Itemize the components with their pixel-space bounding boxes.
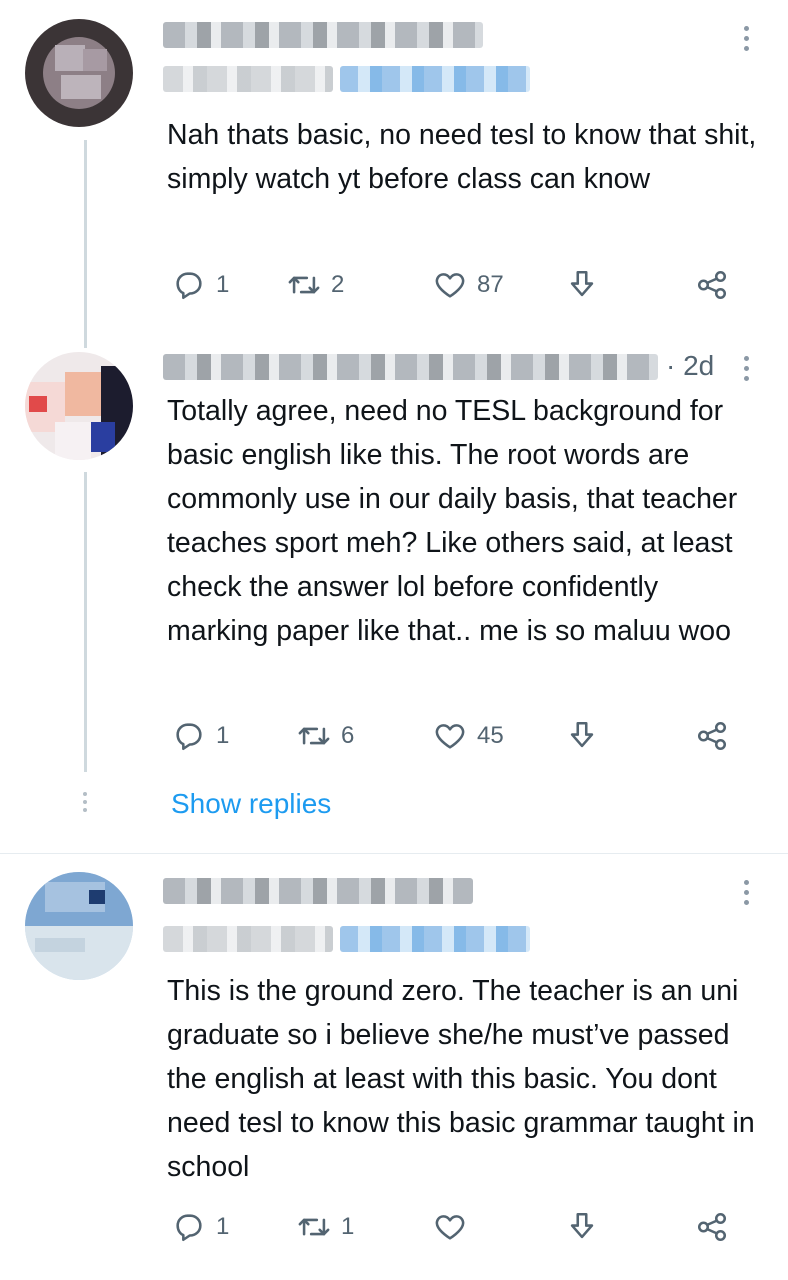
reply-button[interactable]: 1 bbox=[172, 716, 229, 756]
more-icon[interactable] bbox=[744, 356, 750, 386]
retweet-icon bbox=[298, 1218, 330, 1236]
author-name[interactable] bbox=[163, 22, 483, 48]
avatar[interactable] bbox=[25, 352, 133, 460]
like-count: 87 bbox=[477, 271, 504, 298]
reply-icon bbox=[176, 723, 202, 751]
retweet-icon bbox=[298, 727, 330, 745]
heart-icon bbox=[435, 1215, 465, 1240]
tweet-text: Totally agree, need no TESL background f… bbox=[167, 395, 738, 647]
retweet-count: 6 bbox=[341, 722, 355, 749]
share-button[interactable] bbox=[695, 716, 729, 756]
tweet-2: · 2d Totally agree, need no TESL backgro… bbox=[0, 330, 788, 850]
heart-icon bbox=[435, 724, 465, 749]
tweet-actions: 1 6 45 bbox=[167, 716, 747, 756]
more-icon[interactable] bbox=[744, 880, 750, 910]
tweet-text: Nah thats basic, no need tesl to know th… bbox=[167, 119, 757, 195]
tweet-text: This is the ground zero. The teacher is … bbox=[167, 975, 755, 1183]
thread-line bbox=[84, 472, 87, 772]
thread-continuation-dots bbox=[83, 792, 87, 816]
retweet-icon bbox=[288, 276, 320, 294]
bookmark-button[interactable] bbox=[565, 1207, 599, 1247]
like-button[interactable] bbox=[433, 1207, 477, 1247]
reply-count: 1 bbox=[216, 1213, 230, 1240]
share-button[interactable] bbox=[695, 1207, 729, 1247]
replying-to-link[interactable] bbox=[340, 66, 530, 92]
share-icon bbox=[697, 1212, 727, 1242]
replying-to-link[interactable] bbox=[340, 926, 530, 952]
author-name[interactable] bbox=[163, 878, 473, 904]
bookmark-download-icon bbox=[570, 270, 594, 297]
heart-icon bbox=[435, 273, 465, 298]
reply-icon bbox=[176, 272, 202, 300]
author-name[interactable] bbox=[163, 354, 658, 380]
retweet-count: 2 bbox=[331, 271, 345, 298]
thread-line bbox=[84, 330, 87, 348]
tweet-timestamp[interactable]: · 2d bbox=[666, 350, 714, 382]
bookmark-button[interactable] bbox=[565, 716, 599, 756]
tweet-actions: 1 2 87 bbox=[167, 265, 747, 305]
bookmark-button[interactable] bbox=[565, 265, 599, 305]
retweet-button[interactable]: 1 bbox=[297, 1207, 354, 1247]
thread-line bbox=[84, 140, 87, 330]
reply-button[interactable]: 1 bbox=[172, 265, 229, 305]
retweet-button[interactable]: 6 bbox=[297, 716, 354, 756]
bookmark-download-icon bbox=[570, 721, 594, 748]
retweet-count: 1 bbox=[341, 1213, 355, 1240]
like-button[interactable]: 45 bbox=[433, 716, 504, 756]
reply-button[interactable]: 1 bbox=[172, 1207, 229, 1247]
replying-to-label bbox=[163, 926, 333, 952]
like-button[interactable]: 87 bbox=[433, 265, 504, 305]
reply-icon bbox=[176, 1214, 202, 1242]
bookmark-download-icon bbox=[570, 1212, 594, 1239]
like-count: 45 bbox=[477, 722, 504, 749]
tweet-3: This is the ground zero. The teacher is … bbox=[0, 854, 788, 1280]
reply-count: 1 bbox=[216, 271, 230, 298]
avatar[interactable] bbox=[25, 872, 133, 980]
retweet-button[interactable]: 2 bbox=[287, 265, 344, 305]
tweet-1: Nah thats basic, no need tesl to know th… bbox=[0, 0, 788, 330]
more-icon[interactable] bbox=[744, 26, 750, 56]
share-icon bbox=[697, 721, 727, 751]
share-icon bbox=[697, 270, 727, 300]
reply-count: 1 bbox=[216, 722, 230, 749]
avatar[interactable] bbox=[25, 19, 133, 127]
tweet-actions: 1 1 bbox=[167, 1207, 747, 1247]
replying-to-label bbox=[163, 66, 333, 92]
show-replies-link[interactable]: Show replies bbox=[171, 788, 331, 820]
share-button[interactable] bbox=[695, 265, 729, 305]
